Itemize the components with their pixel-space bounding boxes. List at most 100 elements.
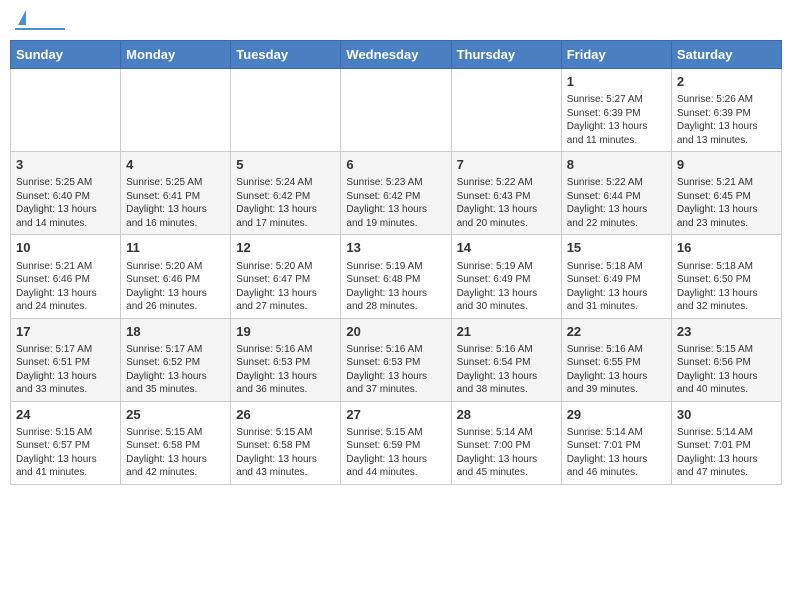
day-info: Sunrise: 5:21 AM Sunset: 6:46 PM Dayligh… xyxy=(16,260,115,314)
calendar-cell: 30Sunrise: 5:14 AM Sunset: 7:01 PM Dayli… xyxy=(671,401,781,484)
calendar-week-row: 1 Sunrise: 5:27 AM Sunset: 6:39 PM Daylig… xyxy=(11,69,782,152)
calendar-cell xyxy=(231,69,341,152)
calendar-cell: 16 Sunrise: 5:18 AM Sunset: 6:50 PM Dayli… xyxy=(671,235,781,318)
calendar-cell: 15 Sunrise: 5:18 AM Sunset: 6:49 PM Dayli… xyxy=(561,235,671,318)
calendar-week-row: 3 Sunrise: 5:25 AM Sunset: 6:40 PM Daylig… xyxy=(11,152,782,235)
logo xyxy=(15,10,65,30)
day-number: 10 xyxy=(16,239,115,257)
day-number: 12 xyxy=(236,239,335,257)
day-number: 26 xyxy=(236,406,335,424)
day-info: Sunrise: 5:25 AM Sunset: 6:41 PM Dayligh… xyxy=(126,176,225,230)
day-info: Sunrise: 5:24 AM Sunset: 6:42 PM Dayligh… xyxy=(236,176,335,230)
day-info: Sunrise: 5:18 AM Sunset: 6:49 PM Dayligh… xyxy=(567,260,666,314)
day-number: 25 xyxy=(126,406,225,424)
day-number: 18 xyxy=(126,323,225,341)
calendar-cell: 8 Sunrise: 5:22 AM Sunset: 6:44 PM Daylig… xyxy=(561,152,671,235)
day-info: Sunrise: 5:15 AM Sunset: 6:58 PM Dayligh… xyxy=(126,426,225,480)
calendar-header-sunday: Sunday xyxy=(11,41,121,69)
day-number: 15 xyxy=(567,239,666,257)
day-number: 7 xyxy=(457,156,556,174)
day-info: Sunrise: 5:27 AM Sunset: 6:39 PM Dayligh… xyxy=(567,93,666,147)
page-header xyxy=(10,10,782,30)
calendar-header-tuesday: Tuesday xyxy=(231,41,341,69)
calendar-cell: 1 Sunrise: 5:27 AM Sunset: 6:39 PM Daylig… xyxy=(561,69,671,152)
calendar-header-monday: Monday xyxy=(121,41,231,69)
day-info: Sunrise: 5:15 AM Sunset: 6:58 PM Dayligh… xyxy=(236,426,335,480)
calendar-cell: 6 Sunrise: 5:23 AM Sunset: 6:42 PM Daylig… xyxy=(341,152,451,235)
calendar-header-wednesday: Wednesday xyxy=(341,41,451,69)
day-number: 8 xyxy=(567,156,666,174)
day-number: 24 xyxy=(16,406,115,424)
day-number: 28 xyxy=(457,406,556,424)
day-number: 19 xyxy=(236,323,335,341)
day-info: Sunrise: 5:25 AM Sunset: 6:40 PM Dayligh… xyxy=(16,176,115,230)
calendar-cell: 27 Sunrise: 5:15 AM Sunset: 6:59 PM Dayli… xyxy=(341,401,451,484)
day-info: Sunrise: 5:16 AM Sunset: 6:54 PM Dayligh… xyxy=(457,343,556,397)
calendar-cell xyxy=(451,69,561,152)
day-number: 23 xyxy=(677,323,776,341)
day-info: Sunrise: 5:14 AM Sunset: 7:01 PM Dayligh… xyxy=(677,426,776,480)
calendar-cell: 3 Sunrise: 5:25 AM Sunset: 6:40 PM Daylig… xyxy=(11,152,121,235)
day-info: Sunrise: 5:17 AM Sunset: 6:51 PM Dayligh… xyxy=(16,343,115,397)
day-info: Sunrise: 5:19 AM Sunset: 6:49 PM Dayligh… xyxy=(457,260,556,314)
day-info: Sunrise: 5:22 AM Sunset: 6:44 PM Dayligh… xyxy=(567,176,666,230)
logo-underline xyxy=(15,28,65,30)
calendar-cell: 21 Sunrise: 5:16 AM Sunset: 6:54 PM Dayli… xyxy=(451,318,561,401)
calendar-cell xyxy=(341,69,451,152)
day-info: Sunrise: 5:15 AM Sunset: 6:59 PM Dayligh… xyxy=(346,426,445,480)
day-number: 5 xyxy=(236,156,335,174)
day-info: Sunrise: 5:26 AM Sunset: 6:39 PM Dayligh… xyxy=(677,93,776,147)
calendar-cell xyxy=(121,69,231,152)
day-number: 11 xyxy=(126,239,225,257)
day-info: Sunrise: 5:21 AM Sunset: 6:45 PM Dayligh… xyxy=(677,176,776,230)
calendar-week-row: 17 Sunrise: 5:17 AM Sunset: 6:51 PM Dayli… xyxy=(11,318,782,401)
day-info: Sunrise: 5:22 AM Sunset: 6:43 PM Dayligh… xyxy=(457,176,556,230)
day-number: 4 xyxy=(126,156,225,174)
calendar-cell: 9Sunrise: 5:21 AM Sunset: 6:45 PM Daylig… xyxy=(671,152,781,235)
calendar-cell xyxy=(11,69,121,152)
day-number: 6 xyxy=(346,156,445,174)
calendar-cell: 14 Sunrise: 5:19 AM Sunset: 6:49 PM Dayli… xyxy=(451,235,561,318)
calendar-cell: 12 Sunrise: 5:20 AM Sunset: 6:47 PM Dayli… xyxy=(231,235,341,318)
calendar-cell: 5 Sunrise: 5:24 AM Sunset: 6:42 PM Daylig… xyxy=(231,152,341,235)
day-info: Sunrise: 5:14 AM Sunset: 7:01 PM Dayligh… xyxy=(567,426,666,480)
day-number: 1 xyxy=(567,73,666,91)
day-info: Sunrise: 5:17 AM Sunset: 6:52 PM Dayligh… xyxy=(126,343,225,397)
day-number: 13 xyxy=(346,239,445,257)
day-number: 2 xyxy=(677,73,776,91)
calendar-cell: 13Sunrise: 5:19 AM Sunset: 6:48 PM Dayli… xyxy=(341,235,451,318)
calendar-week-row: 24Sunrise: 5:15 AM Sunset: 6:57 PM Dayli… xyxy=(11,401,782,484)
day-info: Sunrise: 5:16 AM Sunset: 6:55 PM Dayligh… xyxy=(567,343,666,397)
calendar-header-friday: Friday xyxy=(561,41,671,69)
day-number: 27 xyxy=(346,406,445,424)
calendar-cell: 28Sunrise: 5:14 AM Sunset: 7:00 PM Dayli… xyxy=(451,401,561,484)
day-number: 17 xyxy=(16,323,115,341)
calendar-cell: 18 Sunrise: 5:17 AM Sunset: 6:52 PM Dayli… xyxy=(121,318,231,401)
calendar-cell: 10 Sunrise: 5:21 AM Sunset: 6:46 PM Dayli… xyxy=(11,235,121,318)
day-info: Sunrise: 5:20 AM Sunset: 6:46 PM Dayligh… xyxy=(126,260,225,314)
calendar-cell: 11 Sunrise: 5:20 AM Sunset: 6:46 PM Dayli… xyxy=(121,235,231,318)
calendar-header-saturday: Saturday xyxy=(671,41,781,69)
calendar-header-thursday: Thursday xyxy=(451,41,561,69)
calendar-table: SundayMondayTuesdayWednesdayThursdayFrid… xyxy=(10,40,782,485)
calendar-cell: 7 Sunrise: 5:22 AM Sunset: 6:43 PM Daylig… xyxy=(451,152,561,235)
day-info: Sunrise: 5:23 AM Sunset: 6:42 PM Dayligh… xyxy=(346,176,445,230)
calendar-header-row: SundayMondayTuesdayWednesdayThursdayFrid… xyxy=(11,41,782,69)
day-number: 14 xyxy=(457,239,556,257)
day-number: 21 xyxy=(457,323,556,341)
day-number: 22 xyxy=(567,323,666,341)
day-info: Sunrise: 5:16 AM Sunset: 6:53 PM Dayligh… xyxy=(346,343,445,397)
calendar-cell: 4 Sunrise: 5:25 AM Sunset: 6:41 PM Daylig… xyxy=(121,152,231,235)
calendar-cell: 17 Sunrise: 5:17 AM Sunset: 6:51 PM Dayli… xyxy=(11,318,121,401)
calendar-cell: 26 Sunrise: 5:15 AM Sunset: 6:58 PM Dayli… xyxy=(231,401,341,484)
calendar-cell: 23Sunrise: 5:15 AM Sunset: 6:56 PM Dayli… xyxy=(671,318,781,401)
day-number: 16 xyxy=(677,239,776,257)
day-info: Sunrise: 5:20 AM Sunset: 6:47 PM Dayligh… xyxy=(236,260,335,314)
day-number: 3 xyxy=(16,156,115,174)
day-info: Sunrise: 5:18 AM Sunset: 6:50 PM Dayligh… xyxy=(677,260,776,314)
calendar-cell: 22 Sunrise: 5:16 AM Sunset: 6:55 PM Dayli… xyxy=(561,318,671,401)
calendar-week-row: 10 Sunrise: 5:21 AM Sunset: 6:46 PM Dayli… xyxy=(11,235,782,318)
day-info: Sunrise: 5:16 AM Sunset: 6:53 PM Dayligh… xyxy=(236,343,335,397)
calendar-cell: 25 Sunrise: 5:15 AM Sunset: 6:58 PM Dayli… xyxy=(121,401,231,484)
logo-triangle-icon xyxy=(18,10,26,25)
